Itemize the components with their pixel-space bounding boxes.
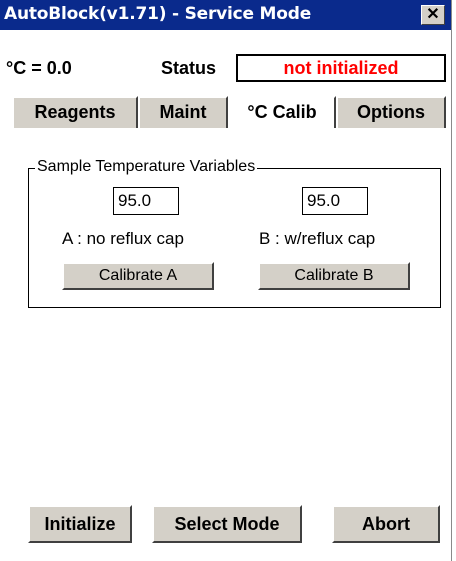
calibrate-a-button[interactable]: Calibrate A <box>62 262 214 290</box>
window-title: AutoBlock(v1.71) - Service Mode <box>4 4 312 24</box>
close-button[interactable]: ✕ <box>421 5 445 25</box>
tab-reagents[interactable]: Reagents <box>12 96 138 128</box>
close-icon: ✕ <box>426 6 440 23</box>
calibrate-b-button[interactable]: Calibrate B <box>258 262 410 290</box>
select-mode-button[interactable]: Select Mode <box>152 505 302 543</box>
service-mode-window: AutoBlock(v1.71) - Service Mode ✕ °C = 0… <box>0 0 452 561</box>
status-badge: not initialized <box>236 54 446 82</box>
tab-strip: Reagents Maint °C Calib Options <box>12 96 452 128</box>
temp-b-input[interactable]: 95.0 <box>302 187 368 215</box>
temp-b-label: B : w/reflux cap <box>259 229 376 248</box>
title-bar[interactable]: AutoBlock(v1.71) - Service Mode ✕ <box>0 0 451 30</box>
tab-options[interactable]: Options <box>336 96 446 128</box>
abort-button[interactable]: Abort <box>332 505 440 543</box>
tab-maint[interactable]: Maint <box>138 96 228 128</box>
initialize-button[interactable]: Initialize <box>28 505 132 543</box>
temp-a-label: A : no reflux cap <box>62 229 184 248</box>
temp-a-input[interactable]: 95.0 <box>113 187 179 215</box>
temperature-readout: °C = 0.0 <box>6 58 72 78</box>
group-title: Sample Temperature Variables <box>35 158 258 176</box>
tab-temp-calib[interactable]: °C Calib <box>228 96 336 128</box>
status-label: Status <box>161 58 217 78</box>
